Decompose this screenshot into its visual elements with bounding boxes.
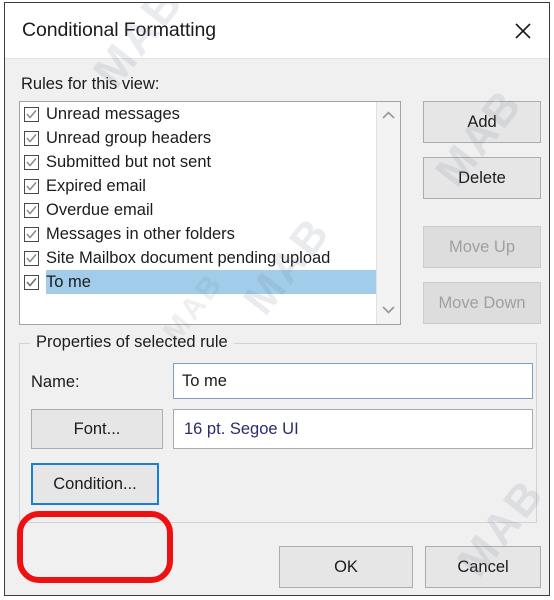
screenshot-root: Conditional Formatting Rules for this vi… [0, 0, 554, 600]
name-label: Name: [31, 373, 80, 391]
chevron-up-icon [382, 107, 395, 125]
list-item-label: Messages in other folders [46, 225, 235, 243]
list-item-selected[interactable]: To me [20, 270, 376, 294]
dialog-titlebar: Conditional Formatting [5, 3, 549, 59]
font-button[interactable]: Font... [31, 409, 163, 449]
rules-list-scrollbar[interactable] [376, 102, 400, 324]
list-item[interactable]: Site Mailbox document pending upload [20, 246, 376, 270]
list-item[interactable]: Messages in other folders [20, 222, 376, 246]
rule-checkbox[interactable] [24, 202, 39, 218]
rule-checkbox[interactable] [24, 274, 39, 290]
conditional-formatting-dialog: Conditional Formatting Rules for this vi… [4, 2, 550, 596]
rules-list-label: Rules for this view: [21, 75, 160, 93]
rule-checkbox[interactable] [24, 250, 39, 266]
ok-button[interactable]: OK [279, 546, 413, 588]
properties-legend: Properties of selected rule [30, 333, 234, 352]
rule-checkbox[interactable] [24, 154, 39, 170]
list-item-label: To me [46, 270, 376, 294]
list-item-label: Unread messages [46, 105, 180, 123]
add-button[interactable]: Add [423, 101, 541, 143]
list-item[interactable]: Expired email [20, 174, 376, 198]
rule-checkbox[interactable] [24, 226, 39, 242]
dialog-body: Rules for this view: Unread messages Unr… [5, 59, 549, 595]
list-item-label: Unread group headers [46, 129, 212, 147]
font-preview-field: 16 pt. Segoe UI [173, 409, 533, 449]
rules-listbox[interactable]: Unread messages Unread group headers Sub… [19, 101, 401, 325]
list-item[interactable]: Unread messages [20, 102, 376, 126]
move-up-button[interactable]: Move Up [423, 226, 541, 268]
rule-checkbox[interactable] [24, 130, 39, 146]
condition-button[interactable]: Condition... [31, 463, 159, 505]
list-item[interactable]: Overdue email [20, 198, 376, 222]
scrollbar-up-button[interactable] [377, 104, 400, 128]
name-input[interactable] [173, 363, 533, 399]
list-item[interactable]: Unread group headers [20, 126, 376, 150]
dialog-title: Conditional Formatting [22, 19, 216, 41]
chevron-down-icon [382, 301, 395, 319]
move-down-button[interactable]: Move Down [423, 282, 541, 324]
close-icon [497, 21, 549, 41]
list-item-label: Submitted but not sent [46, 153, 212, 171]
close-button[interactable] [497, 3, 549, 58]
scrollbar-down-button[interactable] [377, 298, 400, 322]
scrollbar-thumb[interactable] [380, 128, 398, 298]
cancel-button[interactable]: Cancel [425, 546, 541, 588]
list-item-label: Expired email [46, 177, 146, 195]
delete-button[interactable]: Delete [423, 157, 541, 199]
rule-checkbox[interactable] [24, 106, 39, 122]
list-item[interactable]: Submitted but not sent [20, 150, 376, 174]
rule-checkbox[interactable] [24, 178, 39, 194]
list-item-label: Overdue email [46, 201, 154, 219]
list-item-label: Site Mailbox document pending upload [46, 249, 331, 267]
rules-list-viewport: Unread messages Unread group headers Sub… [20, 102, 376, 324]
